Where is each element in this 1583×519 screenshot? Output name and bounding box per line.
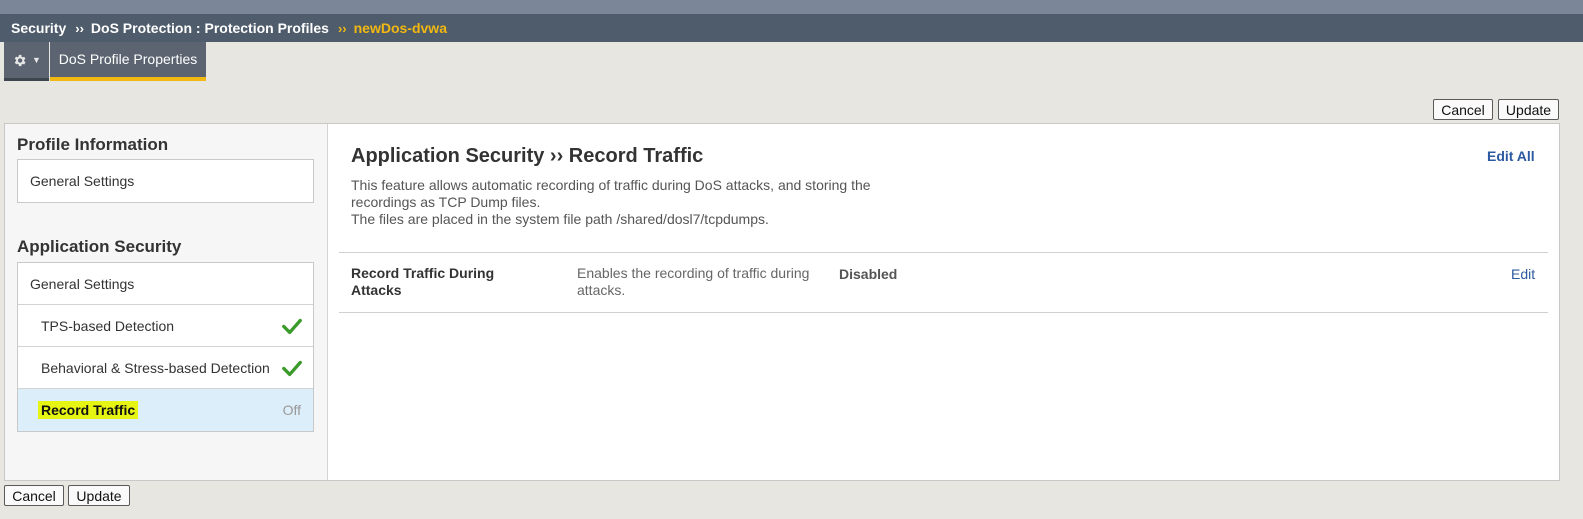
- sidebar-item-label: Behavioral & Stress-based Detection: [41, 359, 270, 376]
- section-title-application-security: Application Security: [17, 237, 182, 256]
- profile-properties-panel: Profile Information General Settings App…: [4, 123, 1560, 481]
- sidebar-item-label: General Settings: [30, 173, 135, 189]
- breadcrumb-item-protection-profiles[interactable]: DoS Protection : Protection Profiles: [91, 20, 329, 36]
- sidebar-item-record-traffic[interactable]: Record Traffic Off: [18, 389, 313, 431]
- sidebar-item-app-general-settings[interactable]: General Settings: [18, 263, 313, 305]
- description-line: attacks.: [577, 282, 626, 298]
- sidebar-item-behavioral-stress-detection[interactable]: Behavioral & Stress-based Detection: [18, 347, 313, 389]
- label-line: Record Traffic During: [351, 265, 495, 281]
- divider: [339, 312, 1548, 313]
- update-button-bottom[interactable]: Update: [68, 485, 130, 506]
- sidebar-item-profile-general-settings[interactable]: General Settings: [18, 160, 313, 202]
- sidebar-item-label: General Settings: [30, 275, 135, 292]
- tab-bar: ▼ DoS Profile Properties: [0, 42, 1583, 81]
- description-line: This feature allows automatic recording …: [351, 177, 871, 193]
- chevron-down-icon: ▼: [32, 55, 41, 65]
- gear-icon: [14, 54, 26, 66]
- check-icon: [282, 360, 302, 377]
- profile-information-nav: General Settings: [17, 159, 314, 203]
- page-title: Application Security ›› Record Traffic: [351, 145, 704, 167]
- setting-value: Disabled: [839, 266, 898, 282]
- section-title-profile-information: Profile Information: [17, 135, 169, 154]
- description-line: The files are placed in the system file …: [351, 211, 769, 227]
- description-line: recordings as TCP Dump files.: [351, 194, 541, 210]
- breadcrumb-separator: ››: [75, 20, 84, 36]
- sidebar-item-label: TPS-based Detection: [41, 317, 175, 334]
- check-icon: [282, 318, 302, 335]
- label-line: Attacks: [351, 282, 402, 298]
- update-button-top[interactable]: Update: [1498, 99, 1559, 120]
- edit-link[interactable]: Edit: [1511, 266, 1535, 282]
- status-badge: Off: [282, 402, 301, 418]
- settings-menu-button[interactable]: ▼: [4, 42, 49, 81]
- cancel-button-bottom[interactable]: Cancel: [4, 485, 64, 506]
- breadcrumb-separator: ››: [337, 20, 347, 36]
- sidebar-item-tps-based-detection[interactable]: TPS-based Detection: [18, 305, 313, 347]
- description-line: Enables the recording of traffic during: [577, 265, 810, 281]
- breadcrumb: Security ›› DoS Protection : Protection …: [0, 14, 1583, 42]
- edit-all-link[interactable]: Edit All: [1487, 148, 1535, 164]
- feature-description: This feature allows automatic recording …: [351, 177, 911, 228]
- setting-label-record-traffic-during-attacks: Record Traffic During Attacks: [351, 265, 551, 299]
- application-security-nav: General Settings TPS-based Detection Beh…: [17, 262, 314, 432]
- breadcrumb-current: newDos-dvwa: [353, 20, 447, 36]
- cancel-button-top[interactable]: Cancel: [1433, 99, 1493, 120]
- breadcrumb-item-security[interactable]: Security: [11, 20, 66, 36]
- sidebar-item-label: Record Traffic: [38, 401, 139, 419]
- top-strip: [0, 0, 1583, 14]
- sidebar: Profile Information General Settings App…: [5, 124, 328, 480]
- setting-description: Enables the recording of traffic during …: [577, 265, 837, 299]
- divider: [339, 252, 1548, 253]
- tab-dos-profile-properties[interactable]: DoS Profile Properties: [50, 42, 206, 81]
